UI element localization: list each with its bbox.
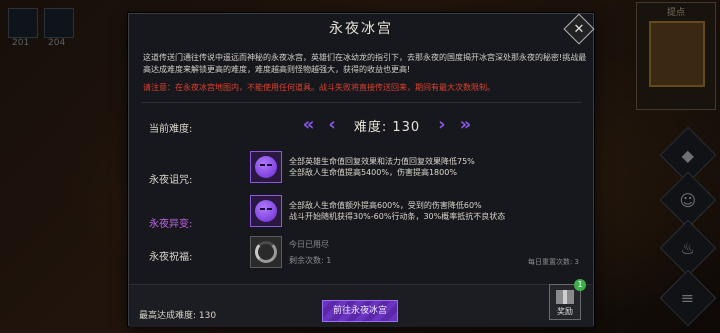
reward-label: 奖励 bbox=[557, 307, 573, 316]
current-difficulty-label: 当前难度: bbox=[149, 124, 193, 135]
mutation-effect-text: 全部敌人生命值额外提高600%，受到的伤害降低60% 战斗开始随机获得30%-6… bbox=[289, 200, 505, 222]
difficulty-increase-button[interactable]: › bbox=[438, 114, 445, 136]
difficulty-selector: « ‹ 难度: 130 › » bbox=[267, 114, 507, 136]
close-icon: ✕ bbox=[573, 21, 585, 37]
curse-icon-box[interactable] bbox=[250, 151, 282, 183]
curse-face-icon bbox=[255, 156, 277, 178]
swirl-icon bbox=[255, 241, 277, 263]
reward-badge: 1 bbox=[574, 279, 586, 291]
curse-effect-text: 全部英雄生命值回复效果和法力值回复效果降低75% 全部敌人生命值提高5400%，… bbox=[289, 156, 475, 178]
mutation-line-1: 全部敌人生命值额外提高600%，受到的伤害降低60% bbox=[289, 201, 482, 210]
blessing-icon-box[interactable] bbox=[250, 236, 282, 268]
blessing-label: 永夜祝福: bbox=[149, 252, 193, 263]
mutation-label: 永夜异变: bbox=[149, 219, 193, 230]
dialog-footer: 最高达成难度: 130 前往永夜冰宫 bbox=[129, 284, 593, 327]
difficulty-max-button[interactable]: » bbox=[460, 114, 472, 136]
mutation-face-icon bbox=[255, 200, 277, 222]
eternal-ice-palace-dialog: 永夜冰宫 ✕ 这道传送门通往传说中遥远而神秘的永夜冰宫，英雄们在冰幼龙的指引下，… bbox=[128, 13, 595, 327]
divider bbox=[141, 102, 581, 103]
gift-icon bbox=[556, 290, 574, 304]
blessing-remaining: 剩余次数: 1 bbox=[289, 256, 332, 265]
best-difficulty-label: 最高达成难度: 130 bbox=[139, 311, 217, 321]
go-to-ice-palace-button[interactable]: 前往永夜冰宫 bbox=[322, 300, 398, 322]
warning-text: 请注意：在永夜冰宫地图内，不能使用任何道具。战斗失败将直接传送回来，期间有最大次… bbox=[143, 83, 495, 92]
mutation-line-2: 战斗开始随机获得30%-60%行动条，30%概率抵抗不良状态 bbox=[289, 212, 506, 221]
curse-line-1: 全部英雄生命值回复效果和法力值回复效果降低75% bbox=[289, 157, 475, 166]
difficulty-decrease-button[interactable]: ‹ bbox=[328, 114, 335, 136]
curse-line-2: 全部敌人生命值提高5400%，伤害提高1800% bbox=[289, 168, 457, 177]
intro-text: 这道传送门通往传说中遥远而神秘的永夜冰宫，英雄们在冰幼龙的指引下，去那永夜的国度… bbox=[143, 53, 587, 74]
dialog-title: 永夜冰宫 bbox=[329, 21, 393, 37]
difficulty-value: 难度: 130 bbox=[354, 116, 420, 135]
difficulty-prefix: 难度: bbox=[353, 119, 388, 135]
mutation-icon-box[interactable] bbox=[250, 195, 282, 227]
daily-reset-count: 每日重置次数: 3 bbox=[527, 258, 579, 266]
curse-label: 永夜诅咒: bbox=[149, 175, 193, 186]
difficulty-min-button[interactable]: « bbox=[303, 114, 315, 136]
blessing-status: 今日已用尽 bbox=[289, 240, 329, 249]
reward-button[interactable]: 奖励 1 bbox=[549, 279, 586, 320]
difficulty-number: 130 bbox=[392, 119, 421, 135]
